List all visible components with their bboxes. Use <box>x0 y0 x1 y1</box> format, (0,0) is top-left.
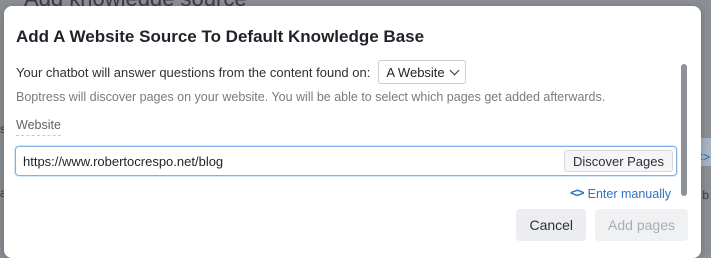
dialog-title: Add A Website Source To Default Knowledg… <box>16 27 425 46</box>
dialog-footer: Cancel Add pages <box>516 209 688 241</box>
discover-pages-button[interactable]: Discover Pages <box>563 150 673 172</box>
dialog-scrollbar[interactable] <box>681 64 687 196</box>
enter-manually-label: Enter manually <box>587 186 671 201</box>
add-website-source-dialog: Add A Website Source To Default Knowledg… <box>4 6 701 258</box>
code-icon: <> <box>569 186 585 201</box>
scrollbar-thumb[interactable] <box>681 64 687 196</box>
source-type-row: Your chatbot will answer questions from … <box>16 60 466 84</box>
website-url-field: Discover Pages <box>15 146 677 176</box>
chevron-down-icon <box>449 65 460 75</box>
website-url-input[interactable] <box>16 148 564 174</box>
background-text-fragment: b <box>702 188 709 202</box>
discover-helper-text: Boptress will discover pages on your web… <box>16 90 606 104</box>
enter-manually-link[interactable]: <> Enter manually <box>570 186 671 201</box>
cancel-button[interactable]: Cancel <box>516 209 587 241</box>
source-type-value: A Website <box>386 64 445 80</box>
source-type-select[interactable]: A Website <box>378 60 466 84</box>
add-pages-button[interactable]: Add pages <box>595 209 688 241</box>
website-field-label: Website <box>16 118 61 136</box>
source-intro-text: Your chatbot will answer questions from … <box>16 64 371 80</box>
